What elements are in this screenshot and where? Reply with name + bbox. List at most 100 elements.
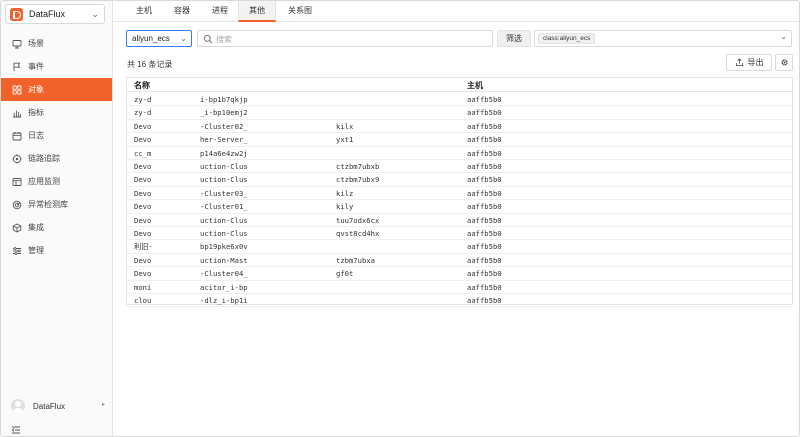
table-row[interactable]: Devo uction-Clus tuu7odx6cx aaffb5b0 xyxy=(127,214,792,227)
cell-name-suffix: qvst8cd4hx xyxy=(336,229,380,238)
monitor-icon xyxy=(12,39,22,49)
tab-process[interactable]: 进程 xyxy=(205,1,235,22)
grid-icon xyxy=(12,85,22,95)
cell-host: aaffb5b0 xyxy=(467,242,502,252)
cell-name-id: _i-bp10emj2 xyxy=(200,108,248,118)
sidebar-item-management[interactable]: 管理 xyxy=(1,239,112,262)
workspace-switcher[interactable]: DataFlux ⌄ xyxy=(5,4,105,24)
workspace-name: DataFlux xyxy=(29,9,66,19)
cell-host: aaffb5b0 xyxy=(467,296,502,305)
table-row[interactable]: clou -dlz_i-bp1i aaffb5b0 xyxy=(127,294,792,308)
cell-host: aaffb5b0 xyxy=(467,269,502,279)
cell-name-id: her-Server_ xyxy=(200,135,248,145)
collapse-sidebar-icon[interactable] xyxy=(11,425,21,435)
table-row[interactable]: zy-d i-bp1b7qkjp aaffb5b0 xyxy=(127,93,792,107)
cell-name-id: uction-Mast xyxy=(200,255,248,265)
sidebar-item-integration[interactable]: 集成 xyxy=(1,216,112,239)
column-header-host[interactable]: 主机 xyxy=(467,80,483,91)
sidebar-item-events[interactable]: 事件 xyxy=(1,55,112,78)
sidebar-item-label: 日志 xyxy=(28,131,44,140)
sidebar-item-logs[interactable]: 日志 xyxy=(1,124,112,147)
cell-name-id: i-bp1b7qkjp xyxy=(200,95,248,104)
class-select[interactable]: aliyun_ecs ⌄ xyxy=(126,30,192,47)
chevron-down-icon: ⌄ xyxy=(180,34,187,43)
search-input[interactable] xyxy=(216,33,486,45)
table-row[interactable]: Devo -Cluster04_ gf0t aaffb5b0 xyxy=(127,267,792,281)
cell-host: aaffb5b0 xyxy=(467,255,502,265)
table-row[interactable]: 利旧-bp19pke6x0v aaffb5b0 xyxy=(127,240,792,254)
export-icon xyxy=(735,58,743,67)
table-row[interactable]: moni acitor_i-bp aaffb5b0 xyxy=(127,281,792,294)
cell-name-suffix: tuu7odx6cx xyxy=(336,215,380,225)
cell-name-id: uction-Clus xyxy=(200,162,248,171)
cell-name-id: -Cluster01_ xyxy=(200,202,248,212)
column-header-name[interactable]: 名称 xyxy=(134,80,150,91)
cell-name-id: uction-Clus xyxy=(200,215,248,225)
calendar-icon xyxy=(12,131,22,141)
cell-name-id: -Cluster02_ xyxy=(200,121,248,131)
sidebar-item-tracing[interactable]: 链路追踪 xyxy=(1,147,112,170)
cell-name-prefix: Devo xyxy=(134,162,152,171)
table-row[interactable]: Devo uction-Clus qvst8cd4hx aaffb5b0 xyxy=(127,227,792,241)
cell-name-suffix: ctzbm7ubx9 xyxy=(336,175,380,185)
avatar xyxy=(11,399,25,413)
record-count: 共 16 条记录 xyxy=(127,60,173,69)
chevron-down-icon: ⌄ xyxy=(91,9,99,19)
tab-other[interactable]: 其他 xyxy=(238,1,276,22)
export-button[interactable]: 导出 xyxy=(726,54,772,71)
export-label: 导出 xyxy=(747,58,764,67)
tag-filter-input[interactable]: class:aliyun_ecs ⌄ xyxy=(534,30,792,47)
tab-relationship-graph[interactable]: 关系图 xyxy=(281,1,319,22)
sidebar-item-app-monitoring[interactable]: 应用监测 xyxy=(1,170,112,193)
object-type-tabs: 主机 容器 进程 其他 关系图 xyxy=(113,1,799,22)
cell-name-id: -Cluster04_ xyxy=(200,269,248,279)
sidebar-item-label: 管理 xyxy=(28,246,44,255)
user-menu[interactable]: DataFlux ▸ xyxy=(11,398,107,414)
table-row[interactable]: Devo uction-Clus ctzbm7ubxb aaffb5b0 xyxy=(127,160,792,174)
sidebar-item-objects[interactable]: 对象 xyxy=(1,78,112,101)
sidebar-item-label: 对象 xyxy=(28,85,44,94)
table-row[interactable]: Devo uction-Clus ctzbm7ubx9 aaffb5b0 xyxy=(127,173,792,187)
user-name: DataFlux xyxy=(33,401,66,411)
cell-name-prefix: clou xyxy=(134,296,152,305)
cell-name-prefix: zy-d xyxy=(134,95,152,104)
table-row[interactable]: Devo -Cluster02_ kilx aaffb5b0 xyxy=(127,120,792,134)
sidebar-nav: 场景 事件 对象 指标 日志 链路追踪 应用监测 异常检测库 集成 管理 xyxy=(1,32,112,262)
cell-name-prefix: zy-d xyxy=(134,108,152,118)
table-row[interactable]: Devo -Cluster01_ kily aaffb5b0 xyxy=(127,200,792,214)
class-select-value: aliyun_ecs xyxy=(132,34,170,43)
filter-tag[interactable]: class:aliyun_ecs xyxy=(538,33,596,44)
tab-host[interactable]: 主机 xyxy=(129,1,159,22)
gear-icon xyxy=(780,59,788,66)
cell-name-prefix: Devo xyxy=(134,135,152,145)
column-settings-button[interactable] xyxy=(775,54,793,71)
target-icon xyxy=(12,154,22,164)
search-box[interactable] xyxy=(197,30,493,47)
tab-container[interactable]: 容器 xyxy=(167,1,197,22)
cell-host: aaffb5b0 xyxy=(467,148,502,158)
cell-host: aaffb5b0 xyxy=(467,108,502,118)
cell-name-id: bp19pke6x0v xyxy=(200,242,248,252)
filter-button[interactable]: 筛选 xyxy=(497,30,531,47)
sidebar-item-anomaly-library[interactable]: 异常检测库 xyxy=(1,193,112,216)
cell-name-id: acitor_i-bp xyxy=(200,282,248,292)
search-icon xyxy=(203,34,213,44)
sidebar-item-scenes[interactable]: 场景 xyxy=(1,32,112,55)
sidebar-item-metrics[interactable]: 指标 xyxy=(1,101,112,124)
sidebar-item-label: 异常检测库 xyxy=(28,200,68,209)
table-row[interactable]: Devo uction-Mast tzbm7ubxa aaffb5b0 xyxy=(127,254,792,268)
sidebar-item-label: 集成 xyxy=(28,223,44,232)
sidebar-item-label: 应用监测 xyxy=(28,177,60,186)
table-row[interactable]: Devo her-Server_ yxt1 aaffb5b0 xyxy=(127,133,792,147)
cell-host: aaffb5b0 xyxy=(467,121,502,131)
cell-host: aaffb5b0 xyxy=(467,188,502,198)
cell-name-prefix: Devo xyxy=(134,188,152,198)
chevron-down-icon: ⌄ xyxy=(780,32,787,41)
cell-host: aaffb5b0 xyxy=(467,135,502,145)
flag-icon xyxy=(12,62,22,72)
table-row[interactable]: zy-d _i-bp10emj2 aaffb5b0 xyxy=(127,106,792,120)
table-row[interactable]: cc_m p14a6e4zw2j aaffb5b0 xyxy=(127,147,792,160)
caret-right-icon: ▸ xyxy=(101,402,105,408)
cell-host: aaffb5b0 xyxy=(467,175,502,185)
table-row[interactable]: Devo -Cluster03_ kilz aaffb5b0 xyxy=(127,187,792,201)
